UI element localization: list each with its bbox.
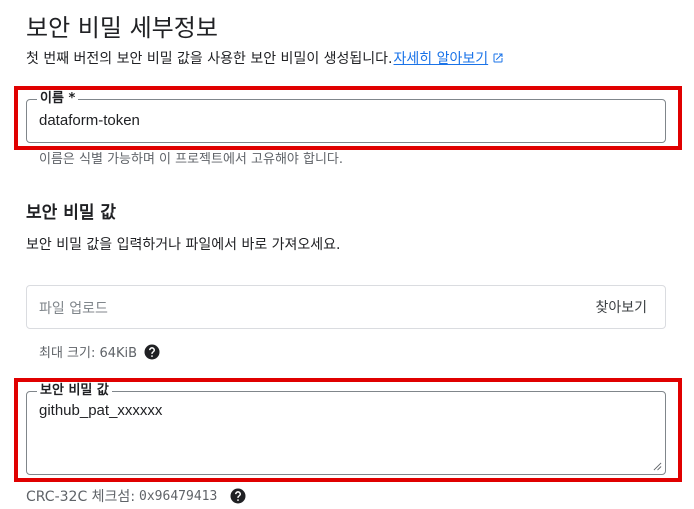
browse-button[interactable]: 찾아보기 [595, 297, 647, 317]
checksum-line: CRC-32C 체크섬: 0x96479413 [26, 486, 247, 506]
highlight-frame-name [14, 86, 682, 150]
max-size-text: 최대 크기: 64KiB [39, 346, 138, 361]
highlight-frame-secret [14, 378, 682, 482]
secret-value-section-title: 보안 비밀 값 [26, 203, 117, 223]
checksum-value: 0x96479413 [139, 488, 218, 504]
learn-more-link[interactable]: 자세히 알아보기 [394, 48, 505, 68]
file-upload-field[interactable]: 파일 업로드 찾아보기 [26, 285, 666, 329]
help-icon[interactable] [229, 487, 247, 505]
file-upload-placeholder: 파일 업로드 [39, 301, 108, 317]
max-size-note: 최대 크기: 64KiB [39, 342, 161, 361]
name-field-hint: 이름은 식별 가능하며 이 프로젝트에서 고유해야 합니다. [39, 152, 344, 167]
help-icon[interactable] [143, 343, 161, 361]
intro-description: 첫 번째 버전의 보안 비밀 값을 사용한 보안 비밀이 생성됩니다. [26, 51, 393, 67]
page-title: 보안 비밀 세부정보 [26, 14, 218, 42]
checksum-label: CRC-32C 체크섬: [26, 489, 136, 505]
secret-value-section-description: 보안 비밀 값을 입력하거나 파일에서 바로 가져오세요. [26, 237, 341, 253]
learn-more-label: 자세히 알아보기 [393, 51, 489, 67]
intro-text: 첫 번째 버전의 보안 비밀 값을 사용한 보안 비밀이 생성됩니다. 자세히 … [26, 48, 504, 68]
open-in-new-icon [493, 53, 503, 63]
